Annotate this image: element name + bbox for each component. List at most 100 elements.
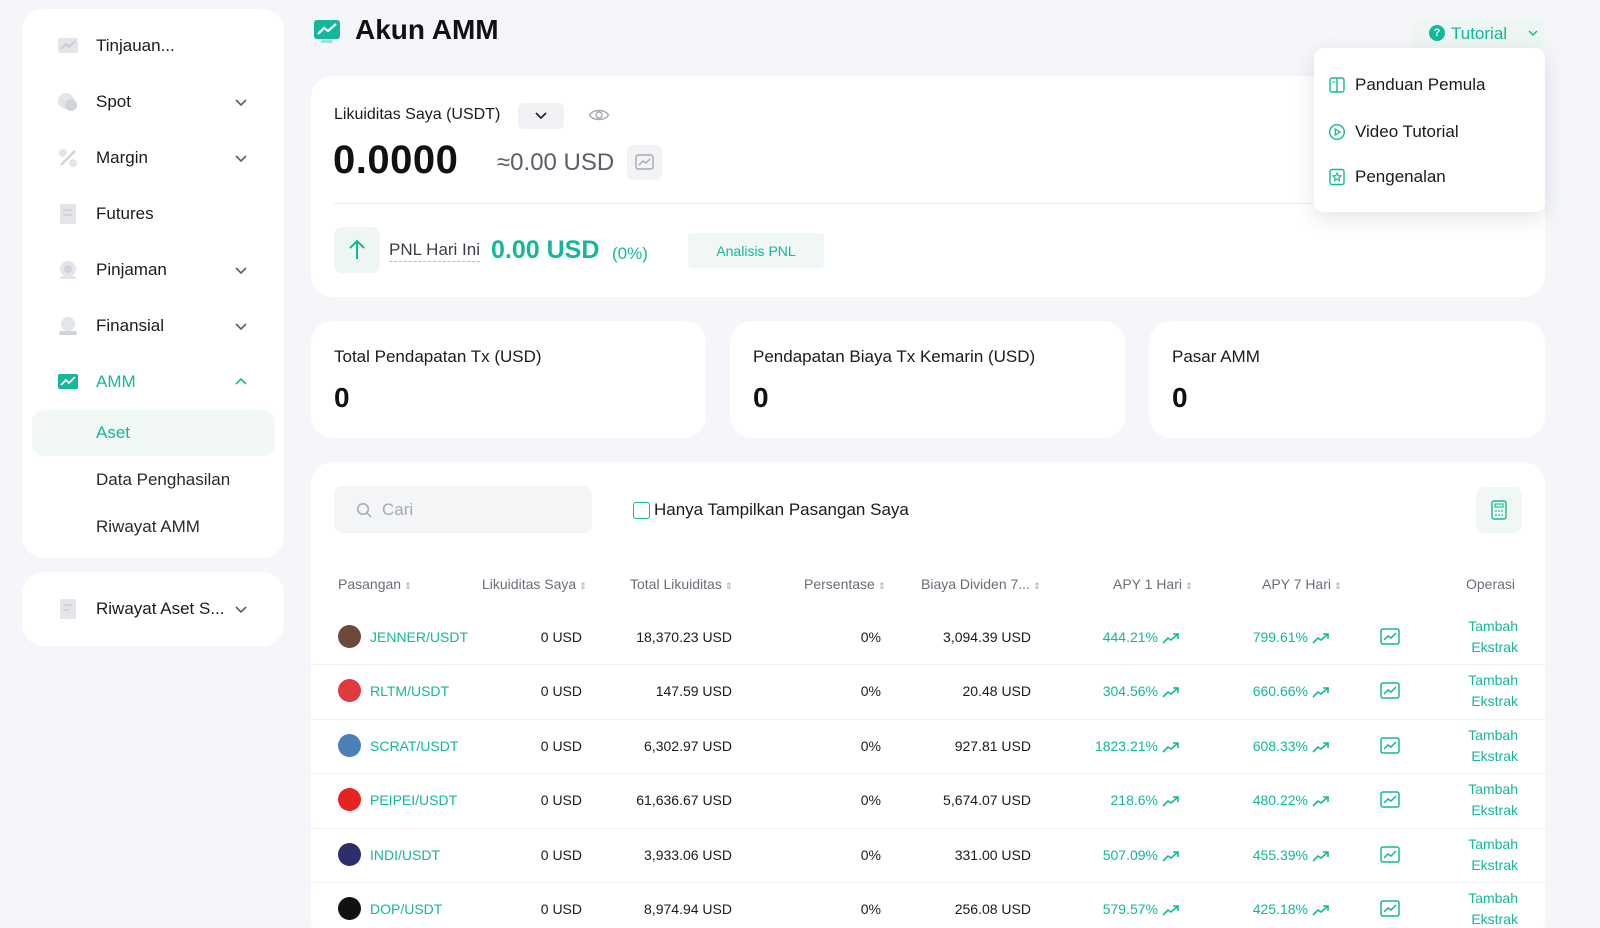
sidebar-subitem-amm-history[interactable]: Riwayat AMM [32, 504, 275, 550]
menu-item-introduction[interactable]: Pengenalan [1328, 162, 1538, 192]
total-liquidity-cell: 147.59 USD [655, 683, 732, 699]
menu-item-label: Pengenalan [1355, 167, 1446, 186]
token-avatar [338, 897, 361, 920]
total-liquidity-cell: 8,974.94 USD [644, 901, 732, 917]
token-avatar [338, 625, 361, 648]
total-liquidity-cell: 18,370.23 USD [636, 629, 732, 645]
add-liquidity-link[interactable]: Tambah [1460, 670, 1518, 691]
chart-icon[interactable] [1380, 791, 1400, 809]
only-mine-label[interactable]: Hanya Tampilkan Pasangan Saya [654, 500, 909, 520]
column-header-apy-7d[interactable]: APY 7 Hari ⇕ [1262, 576, 1342, 592]
liquidity-chart-button[interactable] [627, 145, 662, 180]
column-header-apy-1d[interactable]: APY 1 Hari ⇕ [1113, 576, 1193, 592]
sidebar-item-finance[interactable]: Finansial [22, 303, 284, 349]
sidebar-item-margin[interactable]: Margin [22, 135, 284, 181]
sort-icon: ⇕ [1185, 581, 1193, 591]
pnl-today-label[interactable]: PNL Hari Ini [389, 240, 481, 262]
pnl-analysis-button[interactable]: Analisis PNL [688, 233, 824, 268]
chart-icon[interactable] [1380, 628, 1400, 646]
sidebar-item-label: Tinjauan... [96, 36, 175, 55]
sidebar-subitem-label: Data Penghasilan [96, 470, 231, 489]
menu-item-video-tutorial[interactable]: Video Tutorial [1328, 117, 1538, 147]
sidebar-subitem-assets[interactable]: Aset [32, 410, 275, 456]
sidebar-subitem-income-data[interactable]: Data Penghasilan [32, 457, 275, 503]
pair-link[interactable]: RLTM/USDT [370, 683, 449, 699]
operation-cell: Tambah Ekstrak [1460, 834, 1518, 876]
dividend-fee-cell: 20.48 USD [962, 683, 1031, 699]
chart-icon[interactable] [1380, 682, 1400, 700]
tutorial-dropdown: Panduan Pemula Video Tutorial Pengenalan [1314, 48, 1545, 212]
apy-1d-cell: 304.56% [1060, 683, 1180, 699]
eye-icon[interactable] [588, 106, 610, 124]
page-title: Akun AMM [355, 14, 499, 45]
add-liquidity-link[interactable]: Tambah [1460, 616, 1518, 637]
trend-up-icon [1312, 851, 1329, 862]
chart-icon[interactable] [1380, 846, 1400, 864]
extract-liquidity-link[interactable]: Ekstrak [1460, 855, 1518, 876]
trend-up-icon [1312, 687, 1329, 698]
trend-up-icon [1162, 796, 1179, 807]
sidebar-item-amm[interactable]: AMM [22, 359, 284, 405]
extract-liquidity-link[interactable]: Ekstrak [1460, 909, 1518, 928]
column-header-pair[interactable]: Pasangan ⇕ [338, 576, 412, 592]
liquidity-value: 0.0000 [333, 138, 459, 182]
chevron-down-icon [235, 155, 247, 163]
sidebar-item-overview[interactable]: Tinjauan... [22, 23, 284, 69]
loan-icon [57, 259, 79, 281]
add-liquidity-link[interactable]: Tambah [1460, 725, 1518, 746]
chevron-down-icon [1528, 30, 1538, 36]
pair-link[interactable]: INDI/USDT [370, 847, 440, 863]
pair-link[interactable]: PEIPEI/USDT [370, 792, 457, 808]
add-liquidity-link[interactable]: Tambah [1460, 779, 1518, 800]
menu-item-beginner-guide[interactable]: Panduan Pemula [1328, 70, 1538, 100]
stat-card-total-income: Total Pendapatan Tx (USD) 0 [311, 321, 706, 438]
extract-liquidity-link[interactable]: Ekstrak [1460, 691, 1518, 712]
column-header-dividend-fee[interactable]: Biaya Dividen 7... ⇕ [921, 576, 1041, 592]
dashboard-icon [57, 35, 79, 57]
extract-liquidity-link[interactable]: Ekstrak [1460, 637, 1518, 658]
apy-1d-cell: 579.57% [1060, 901, 1180, 917]
chart-icon[interactable] [1380, 900, 1400, 918]
sidebar-subitem-label: Aset [96, 423, 131, 442]
apy-1d-value: 579.57% [1102, 901, 1158, 917]
only-mine-checkbox[interactable] [633, 502, 650, 519]
total-liquidity-cell: 61,636.67 USD [636, 792, 732, 808]
chevron-down-icon [235, 606, 247, 614]
menu-item-label: Video Tutorial [1355, 122, 1459, 141]
stat-value: 0 [334, 382, 350, 413]
stat-label: Total Pendapatan Tx (USD) [334, 347, 542, 366]
calculator-button[interactable] [1476, 487, 1522, 533]
sort-icon: ⇕ [579, 581, 587, 591]
apy-7d-value: 425.18% [1252, 901, 1308, 917]
column-header-percentage[interactable]: Persentase ⇕ [804, 576, 885, 592]
tutorial-button[interactable]: ? Tutorial [1412, 18, 1545, 48]
apy-1d-value: 1823.21% [1094, 738, 1158, 754]
column-header-my-liquidity[interactable]: Likuiditas Saya ⇕ [482, 576, 587, 592]
percentage-cell: 0% [860, 847, 881, 863]
percentage-cell: 0% [860, 738, 881, 754]
sidebar-item-loan[interactable]: Pinjaman [22, 247, 284, 293]
extract-liquidity-link[interactable]: Ekstrak [1460, 800, 1518, 821]
add-liquidity-link[interactable]: Tambah [1460, 834, 1518, 855]
header-label: Pasangan [338, 576, 402, 592]
apy-1d-value: 218.6% [1110, 792, 1158, 808]
sidebar-item-spot[interactable]: Spot [22, 79, 284, 125]
column-header-operation: Operasi [1466, 576, 1515, 592]
add-liquidity-link[interactable]: Tambah [1460, 888, 1518, 909]
apy-7d-cell: 480.22% [1210, 792, 1330, 808]
search-input[interactable]: Cari [334, 486, 592, 533]
pair-link[interactable]: SCRAT/USDT [370, 738, 458, 754]
dividend-fee-cell: 3,094.39 USD [943, 629, 1031, 645]
extract-liquidity-link[interactable]: Ekstrak [1460, 746, 1518, 767]
sidebar-item-futures[interactable]: Futures [22, 191, 284, 237]
sidebar-item-asset-history[interactable]: Riwayat Aset S... [22, 586, 284, 632]
amm-chart-icon [314, 20, 340, 43]
trend-up-icon [1312, 742, 1329, 753]
chart-icon[interactable] [1380, 737, 1400, 755]
pair-link[interactable]: DOP/USDT [370, 901, 442, 917]
pair-link[interactable]: JENNER/USDT [370, 629, 468, 645]
menu-item-label: Panduan Pemula [1355, 75, 1486, 94]
apy-7d-cell: 660.66% [1210, 683, 1330, 699]
column-header-total-liquidity[interactable]: Total Likuiditas ⇕ [630, 576, 732, 592]
currency-select[interactable] [518, 103, 564, 129]
